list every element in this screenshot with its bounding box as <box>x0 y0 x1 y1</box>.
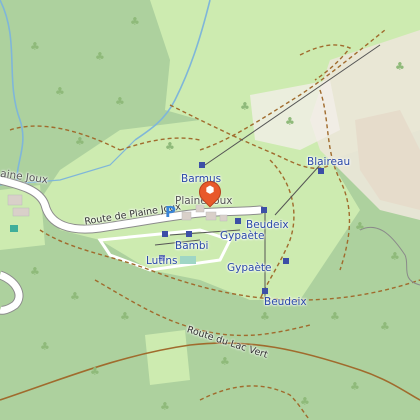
svg-text:♣: ♣ <box>240 100 250 113</box>
svg-text:♣: ♣ <box>300 395 310 408</box>
svg-text:♣: ♣ <box>90 365 100 378</box>
label-lutins: Lutins <box>146 255 178 267</box>
svg-text:♣: ♣ <box>350 380 360 393</box>
pool <box>180 256 196 264</box>
label-beudeix-bottom: Beudeix <box>264 296 307 308</box>
svg-text:♣: ♣ <box>130 15 140 28</box>
label-beudeix-top: Beudeix <box>246 219 289 231</box>
svg-text:♣: ♣ <box>395 60 405 73</box>
svg-text:♣: ♣ <box>120 310 130 323</box>
lift-stop-barmus <box>199 162 205 168</box>
svg-text:♣: ♣ <box>75 135 85 148</box>
svg-text:♣: ♣ <box>30 265 40 278</box>
lift-stop-gypaete-1 <box>235 218 241 224</box>
meadow-south <box>145 330 190 385</box>
svg-text:♣: ♣ <box>30 40 40 53</box>
svg-text:♣: ♣ <box>330 310 340 323</box>
svg-text:♣: ♣ <box>55 85 65 98</box>
svg-text:♣: ♣ <box>95 50 105 63</box>
svg-text:♣: ♣ <box>70 290 80 303</box>
location-pin-icon[interactable]: ⬢ <box>194 176 226 211</box>
svg-text:♣: ♣ <box>220 355 230 368</box>
svg-text:♣: ♣ <box>115 95 125 108</box>
label-gypaete-2: Gypaète <box>227 262 272 274</box>
label-bambi: Bambi <box>175 240 209 252</box>
label-gypaete-1: Gypaète <box>220 230 265 242</box>
svg-text:♣: ♣ <box>260 310 270 323</box>
svg-text:♣: ♣ <box>355 220 365 233</box>
svg-text:♣: ♣ <box>165 140 175 153</box>
label-blaireau: Blaireau <box>307 156 351 168</box>
parking-icon[interactable]: P <box>165 205 176 220</box>
map-view[interactable]: ♣ ♣ ♣ ♣ ♣ ♣ ♣ ♣ ♣ ♣ ♣ ♣ ♣ ♣ ♣ ♣ ♣ ♣ ♣ ♣ … <box>0 0 420 420</box>
lift-stop-blaireau <box>318 168 324 174</box>
svg-text:♣: ♣ <box>285 115 295 128</box>
marker-glyph: ⬢ <box>205 185 215 196</box>
svg-text:♣: ♣ <box>160 400 170 413</box>
lift-stop-bambi-2 <box>186 231 192 237</box>
lift-stop-beudeix-bottom <box>262 288 268 294</box>
svg-text:♣: ♣ <box>380 320 390 333</box>
svg-text:♣: ♣ <box>40 340 50 353</box>
lift-stop-gypaete-2 <box>283 258 289 264</box>
svg-text:♣: ♣ <box>390 250 400 263</box>
lift-stop-beudeix-top <box>261 207 267 213</box>
lift-stop-bambi-1 <box>162 231 168 237</box>
west-facility <box>10 225 18 232</box>
